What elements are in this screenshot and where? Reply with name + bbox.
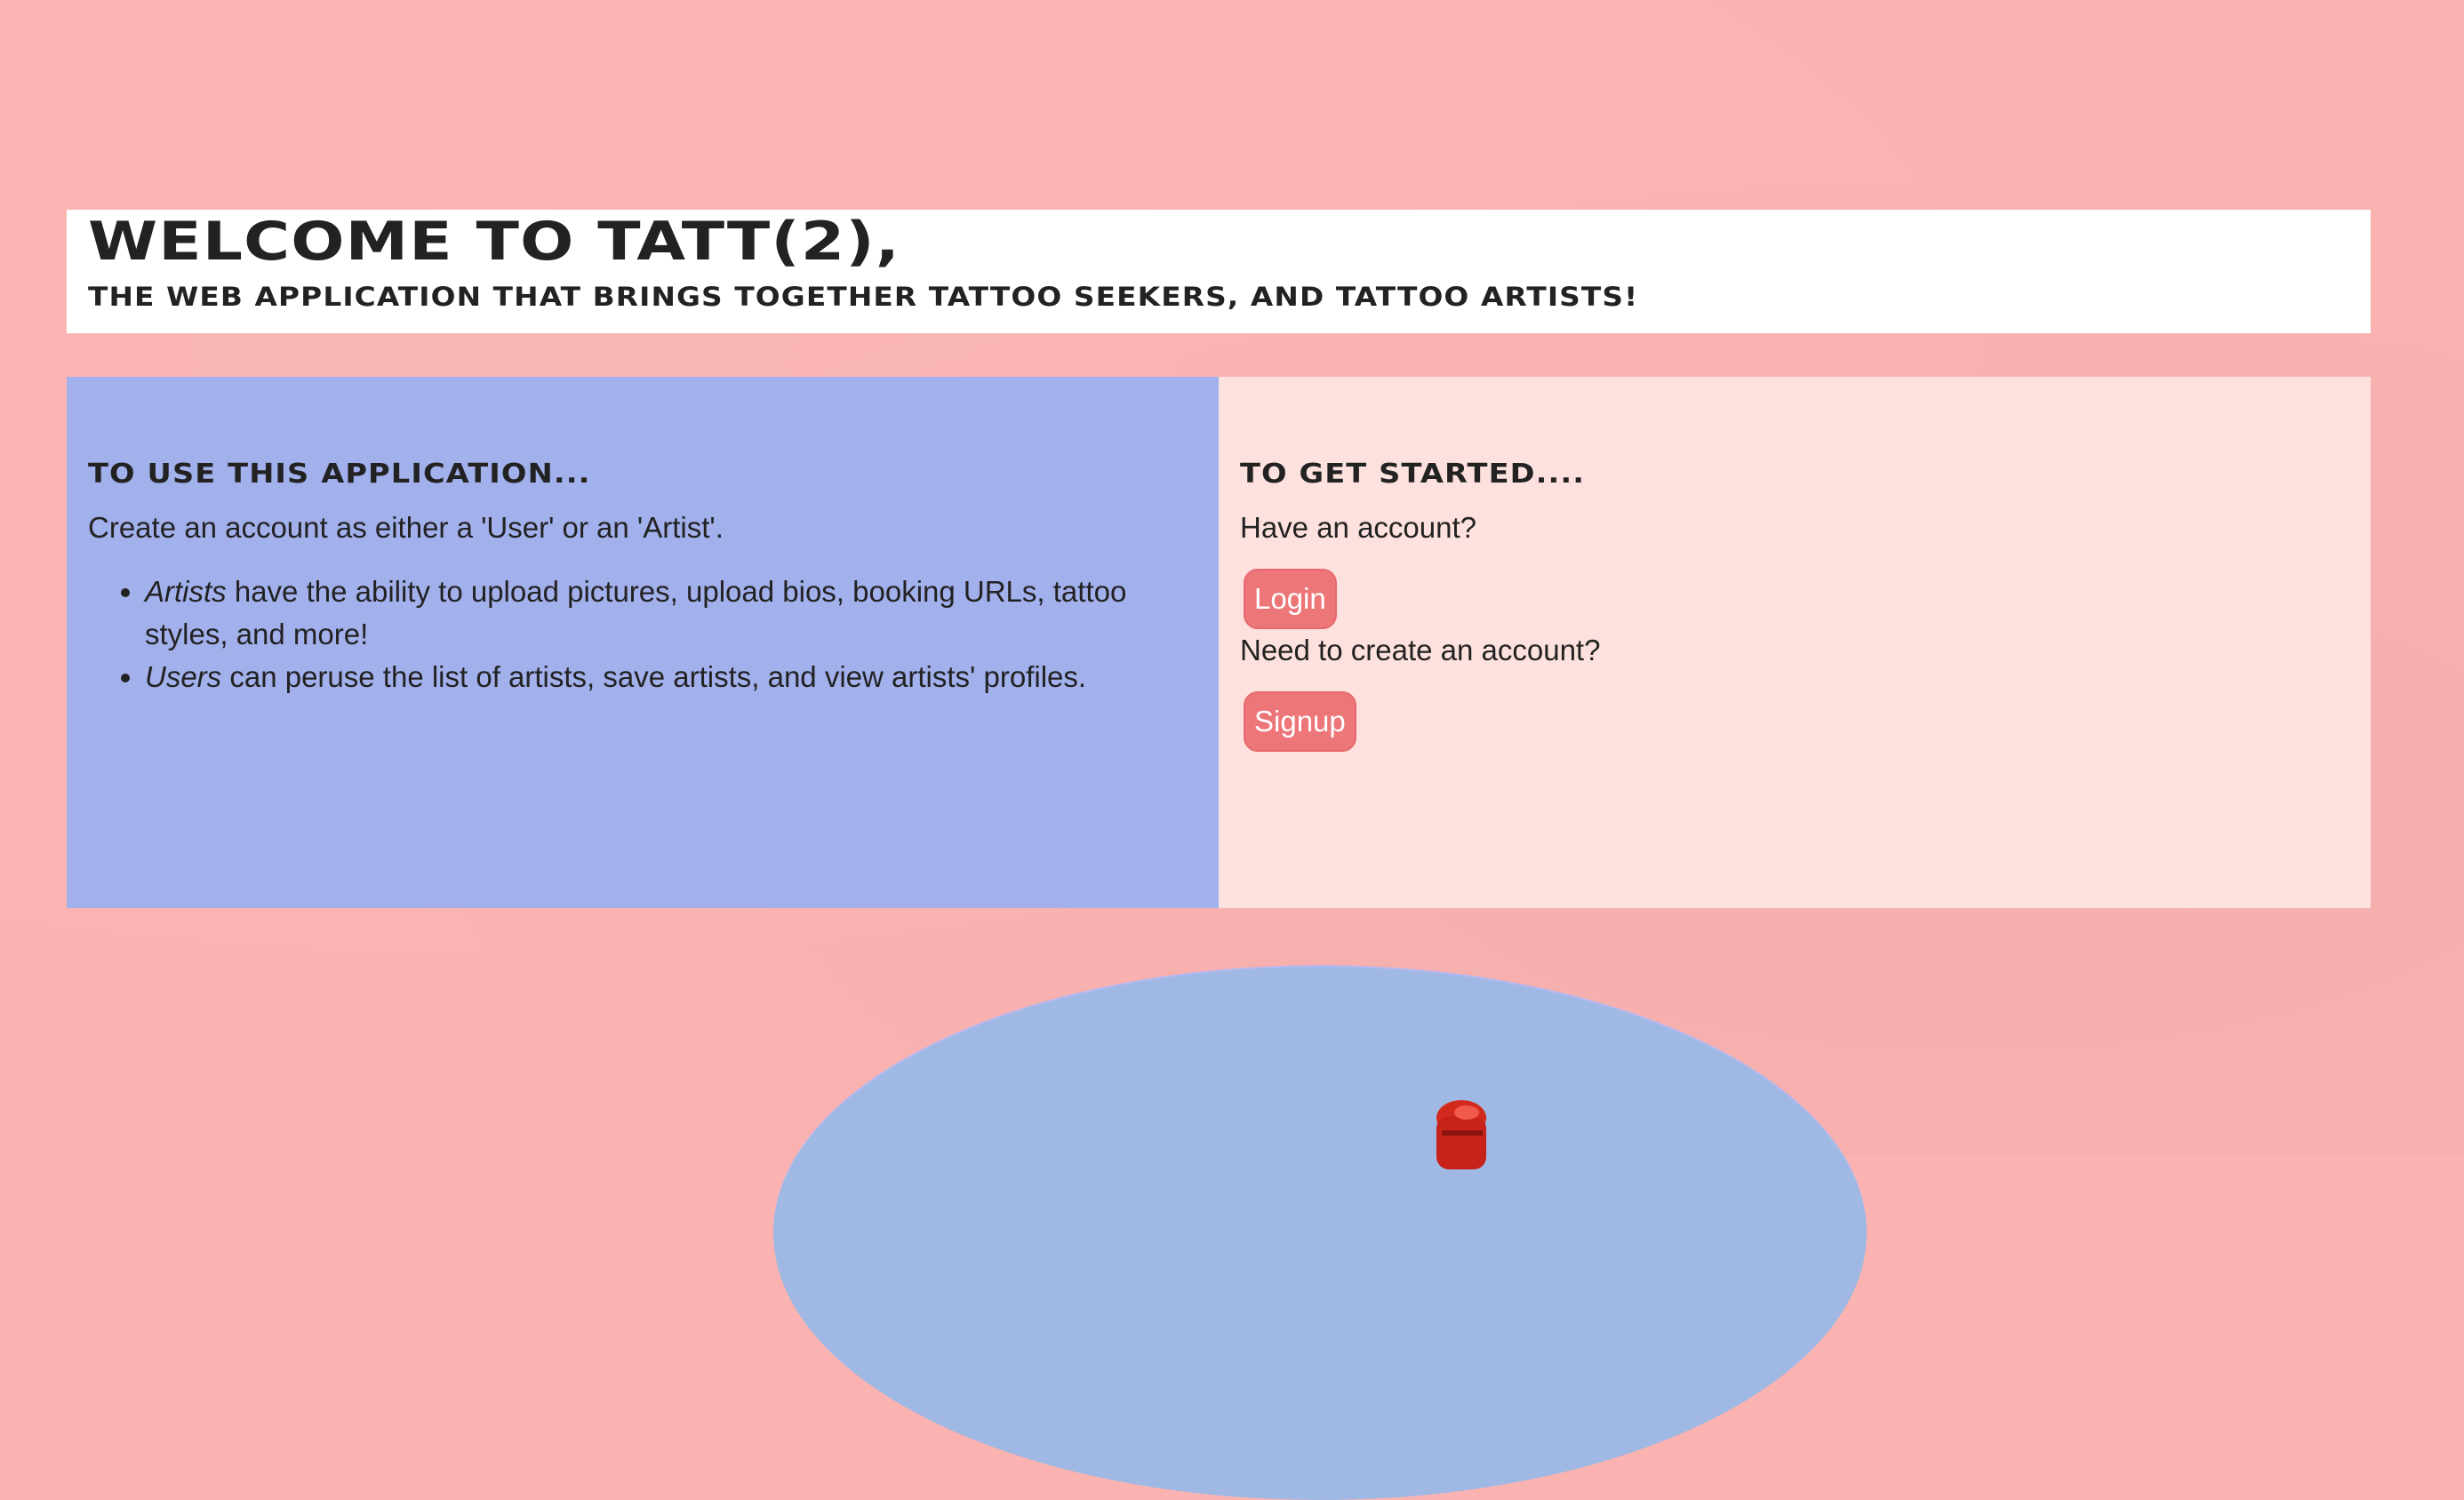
login-button[interactable]: Login (1244, 569, 1337, 629)
background-blue-disc (773, 967, 1867, 1500)
list-item-users: Users can peruse the list of artists, sa… (145, 656, 1197, 698)
info-panels: TO USE THIS APPLICATION... Create an acc… (67, 377, 2371, 908)
have-account-text: Have an account? (1240, 511, 1477, 544)
get-started-panel: TO GET STARTED.... Have an account? Logi… (1219, 377, 2371, 908)
usage-heading: TO USE THIS APPLICATION... (88, 459, 591, 490)
page-title: WELCOME TO TATT(2), (88, 211, 900, 273)
artists-emphasis: Artists (145, 575, 227, 608)
artists-description: have the ability to upload pictures, upl… (145, 575, 1127, 650)
list-item-artists: Artists have the ability to upload pictu… (145, 570, 1197, 656)
signup-button[interactable]: Signup (1244, 691, 1356, 752)
users-emphasis: Users (145, 660, 222, 693)
get-started-heading: TO GET STARTED.... (1240, 459, 1586, 490)
welcome-header: WELCOME TO TATT(2), THE WEB APPLICATION … (67, 210, 2371, 333)
usage-list: Artists have the ability to upload pictu… (88, 570, 1197, 698)
need-account-text: Need to create an account? (1240, 634, 1601, 666)
red-tattoo-machine-image (1436, 1100, 1486, 1169)
users-description: can peruse the list of artists, save art… (221, 660, 1087, 693)
usage-intro: Create an account as either a 'User' or … (88, 511, 724, 544)
usage-panel: TO USE THIS APPLICATION... Create an acc… (67, 377, 1219, 908)
page-subtitle: THE WEB APPLICATION THAT BRINGS TOGETHER… (88, 282, 1639, 312)
